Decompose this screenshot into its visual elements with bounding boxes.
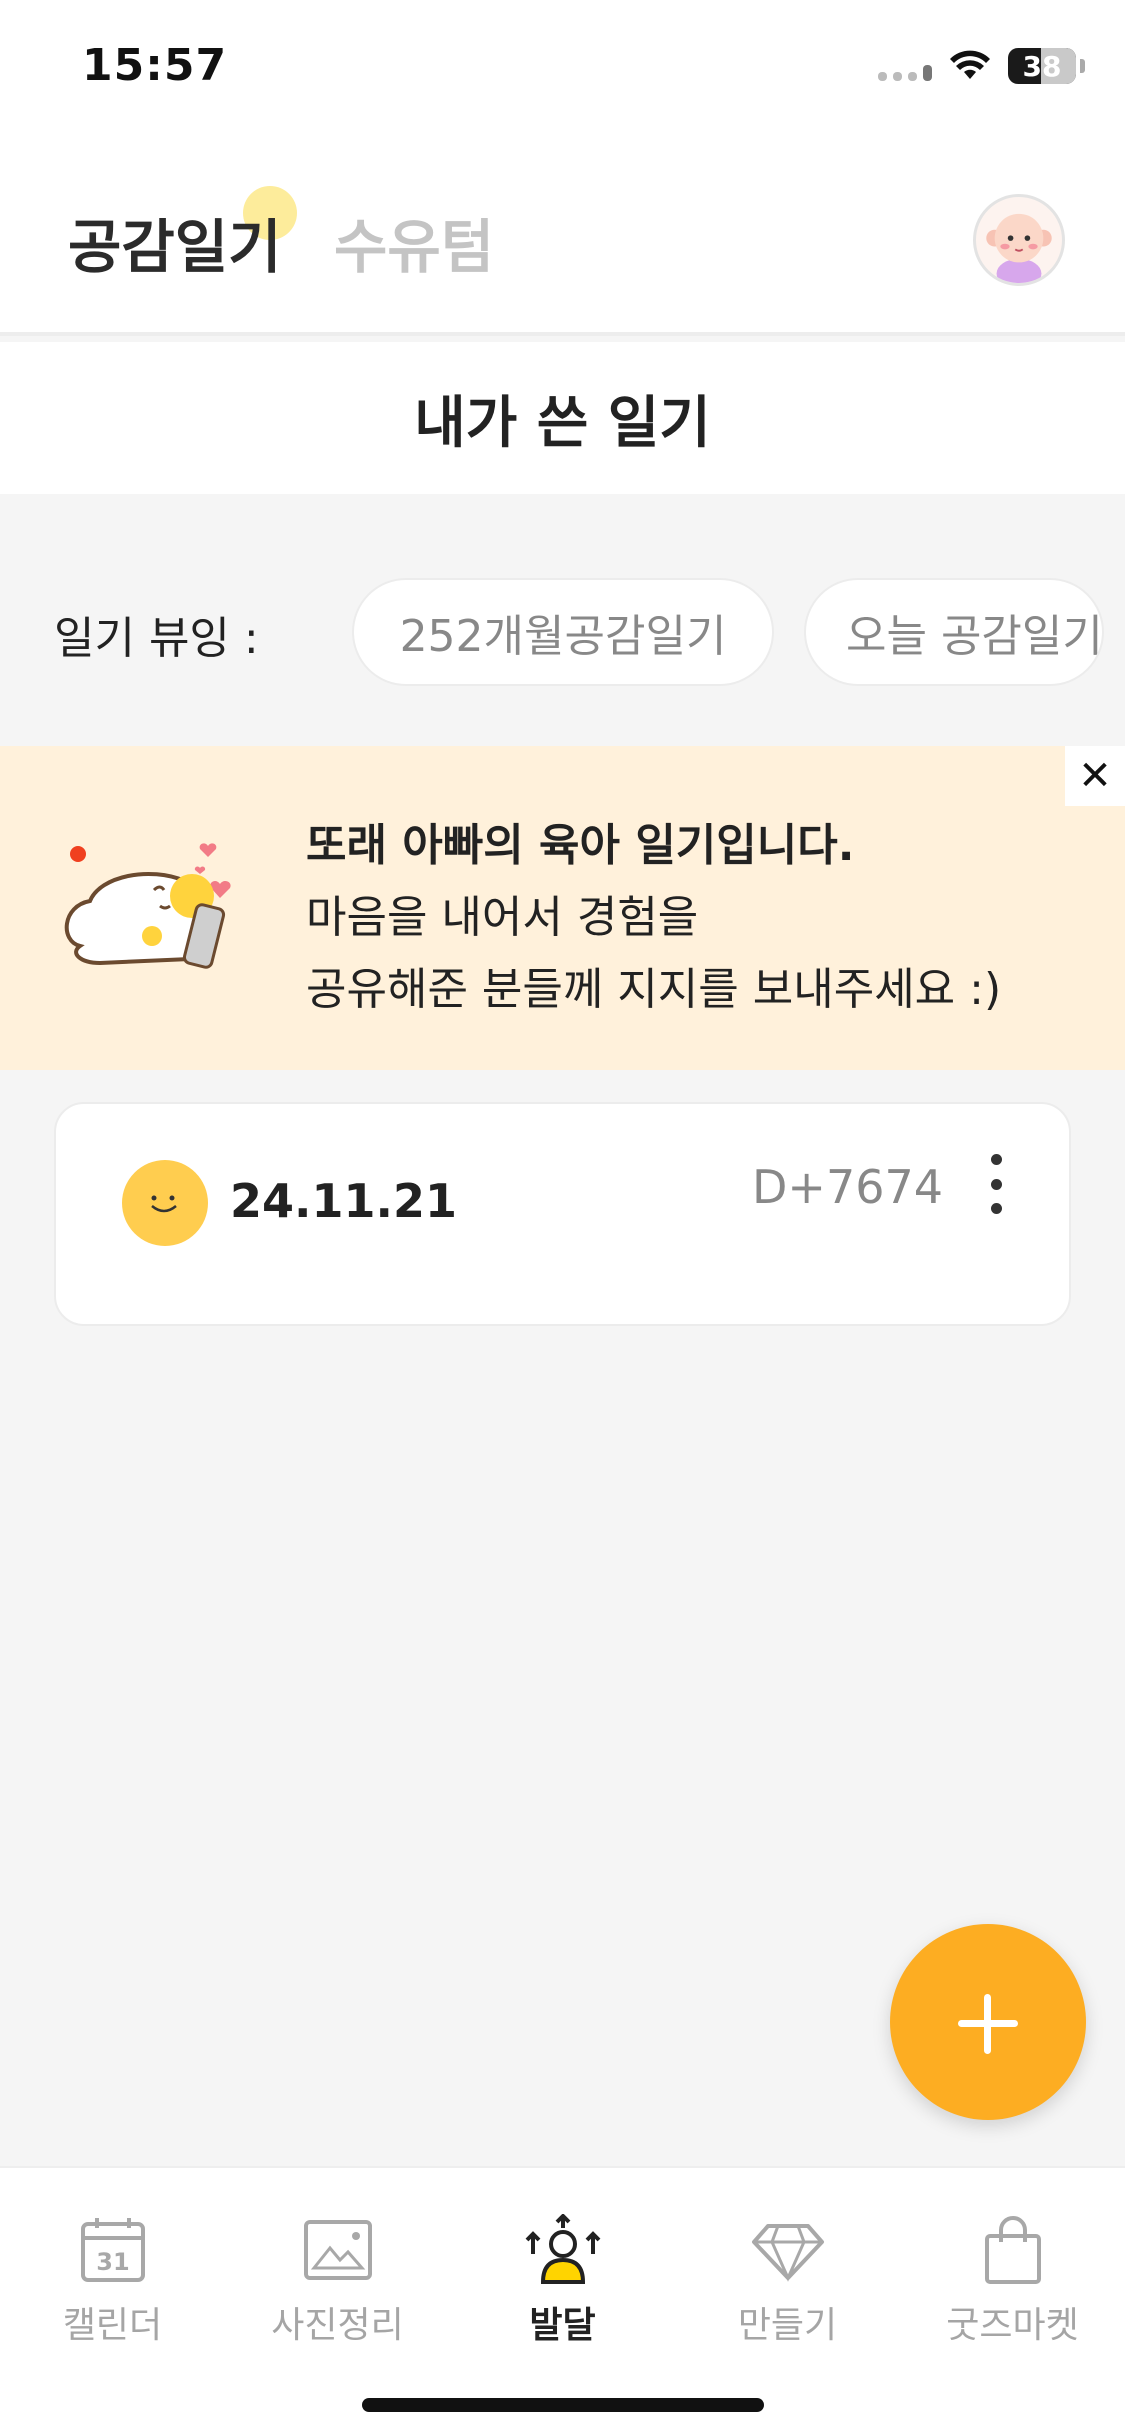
nav-label-goods-market: 굿즈마켓 [946,2305,1079,2346]
profile-avatar[interactable] [973,194,1065,286]
info-banner: ✕ 또래 아빠의 육아 일기입니다. 마음을 내어서 경험을 공유해준 분들께 … [0,746,1125,1070]
photo-icon [303,2220,372,2280]
nav-item-calendar[interactable]: 31 캘린더 [0,2214,225,2348]
banner-line-1: 또래 아빠의 육아 일기입니다. [306,820,855,871]
banner-message: 또래 아빠의 육아 일기입니다. 마음을 내어서 경험을 공유해준 분들께 지지… [306,810,1001,1026]
character-phone-illustration [64,843,231,969]
status-bar: 15:57 38 [0,0,1125,140]
diary-dday: D+7674 [752,1160,944,1214]
home-indicator [362,2398,764,2412]
smile-face-icon [122,1160,208,1246]
tab-empathy-diary[interactable]: 공감일기 [68,200,281,284]
nav-item-create[interactable]: 만들기 [675,2214,900,2348]
battery-icon: 38 [1008,48,1076,84]
page-title: 내가 쓴 일기 [414,390,711,456]
nav-item-goods-market[interactable]: 굿즈마켓 [900,2214,1125,2348]
status-time: 15:57 [82,40,228,91]
status-icons: 38 [878,48,1085,84]
bottom-nav: 31 캘린더 사진정리 발달 만들기 굿즈마켓 [0,2166,1125,2436]
diamond-icon [751,2224,824,2282]
chip-today-diary[interactable]: 오늘 공감일기 [804,578,1104,686]
shopping-bag-icon [984,2216,1041,2284]
calendar-icon: 31 [80,2218,145,2282]
diary-entry-card[interactable]: 24.11.21 D+7674 [54,1102,1071,1326]
diary-viewing-label: 일기 뷰잉 : [54,613,259,664]
add-diary-button[interactable] [890,1924,1086,2120]
nav-label-growth: 발달 [529,2305,596,2346]
tab-feeding-interval[interactable]: 수유텀 [334,200,494,284]
app-header: 공감일기 수유텀 [0,140,1125,336]
battery-level: 38 [1022,49,1062,83]
cellular-signal-icon [878,51,932,81]
nav-label-photos: 사진정리 [271,2305,404,2346]
baby-avatar-icon [986,213,1052,283]
wifi-icon [950,50,990,79]
chip-252-month-diary[interactable]: 252개월공감일기 [352,578,774,686]
close-icon[interactable]: ✕ [1065,746,1125,806]
nav-label-calendar: 캘린더 [62,2305,163,2346]
growth-icon [525,2214,600,2284]
page-title-bar: 내가 쓴 일기 [0,342,1125,494]
banner-line-3: 공유해준 분들께 지지를 보내주세요 :) [306,964,1002,1015]
nav-item-photos[interactable]: 사진정리 [225,2214,450,2348]
calendar-day-number: 31 [96,2248,129,2276]
banner-line-2: 마음을 내어서 경험을 [306,892,699,943]
diary-date: 24.11.21 [230,1174,457,1228]
more-options-icon[interactable] [976,1154,1016,1214]
nav-label-create: 만들기 [737,2305,838,2346]
nav-item-growth[interactable]: 발달 [450,2214,675,2348]
